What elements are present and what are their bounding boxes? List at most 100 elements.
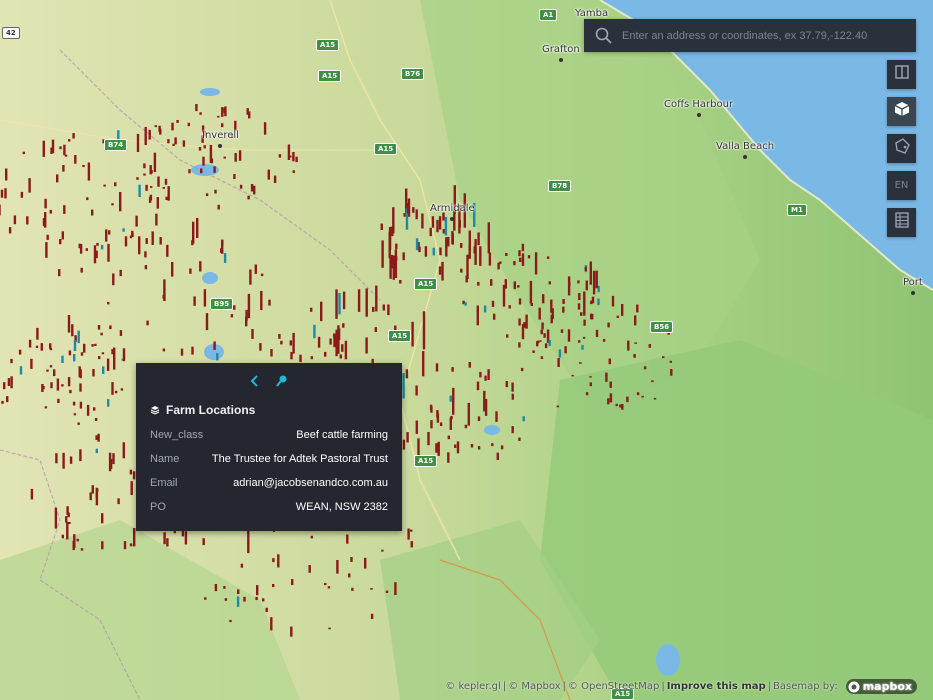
farm-location-bar[interactable] <box>144 251 147 258</box>
farm-location-bar[interactable] <box>146 320 149 326</box>
farm-location-bar[interactable] <box>188 169 191 174</box>
farm-location-bar[interactable] <box>421 213 424 229</box>
farm-location-bar[interactable] <box>633 354 636 358</box>
farm-location-bar[interactable] <box>237 589 240 594</box>
farm-location-bar[interactable] <box>548 281 551 285</box>
farm-location-bar[interactable] <box>44 212 47 228</box>
farm-location-bar[interactable] <box>487 222 490 254</box>
farm-location-bar[interactable] <box>202 156 205 166</box>
farm-location-bar[interactable] <box>627 340 630 351</box>
farm-location-bar[interactable] <box>143 173 146 176</box>
farm-location-bar[interactable] <box>61 384 64 387</box>
farm-location-bar[interactable] <box>466 254 469 279</box>
farm-location-bar[interactable] <box>532 350 535 353</box>
farm-location-bar[interactable] <box>346 534 349 544</box>
farm-location-bar[interactable] <box>411 321 414 347</box>
farm-location-bar[interactable] <box>648 344 651 348</box>
farm-location-bar[interactable] <box>45 242 48 258</box>
farm-location-bar[interactable] <box>192 221 195 244</box>
farm-location-bar[interactable] <box>5 168 8 181</box>
mapbox-attribution[interactable]: © Mapbox <box>508 681 560 692</box>
farm-location-bar[interactable] <box>223 253 227 263</box>
farm-location-bar[interactable] <box>171 122 174 131</box>
farm-location-bar[interactable] <box>611 295 615 307</box>
farm-location-bar[interactable] <box>69 389 72 394</box>
farm-location-bar[interactable] <box>164 178 168 185</box>
farm-location-bar[interactable] <box>597 298 600 306</box>
farm-location-bar[interactable] <box>163 532 166 545</box>
farm-location-bar[interactable] <box>429 227 432 237</box>
farm-location-bar[interactable] <box>438 266 442 275</box>
farm-location-bar[interactable] <box>415 209 418 220</box>
farm-location-bar[interactable] <box>263 122 267 135</box>
farm-location-bar[interactable] <box>13 215 17 225</box>
farm-location-bar[interactable] <box>585 280 588 291</box>
farm-location-bar[interactable] <box>117 498 120 505</box>
farm-location-bar[interactable] <box>436 219 439 233</box>
farm-location-bar[interactable] <box>65 516 68 523</box>
farm-location-bar[interactable] <box>58 269 61 277</box>
farm-location-bar[interactable] <box>30 358 33 369</box>
farm-location-bar[interactable] <box>268 299 271 306</box>
farm-location-bar[interactable] <box>395 243 398 250</box>
farm-location-bar[interactable] <box>562 306 565 313</box>
farm-location-bar[interactable] <box>272 558 275 563</box>
farm-location-bar[interactable] <box>198 146 202 151</box>
farm-location-bar[interactable] <box>233 305 236 310</box>
farm-location-bar[interactable] <box>246 108 249 115</box>
farm-location-bar[interactable] <box>105 229 108 242</box>
farm-location-bar[interactable] <box>224 598 228 601</box>
farm-location-bar[interactable] <box>73 413 77 416</box>
farm-location-bar[interactable] <box>591 296 595 304</box>
farm-location-bar[interactable] <box>608 358 611 365</box>
farm-location-bar[interactable] <box>589 382 592 387</box>
farm-location-bar[interactable] <box>72 133 75 139</box>
farm-location-bar[interactable] <box>243 596 246 602</box>
farm-location-bar[interactable] <box>221 107 224 117</box>
farm-location-bar[interactable] <box>97 325 101 330</box>
farm-location-bar[interactable] <box>342 323 345 328</box>
farm-location-bar[interactable] <box>348 573 351 578</box>
farm-location-bar[interactable] <box>557 358 560 367</box>
farm-location-bar[interactable] <box>508 305 511 309</box>
farm-location-bar[interactable] <box>310 535 313 539</box>
farm-location-bar[interactable] <box>669 360 672 363</box>
farm-location-bar[interactable] <box>245 316 248 327</box>
farm-location-bar[interactable] <box>333 334 336 348</box>
farm-location-bar[interactable] <box>91 344 94 347</box>
farm-location-bar[interactable] <box>108 230 111 235</box>
farm-location-bar[interactable] <box>427 432 430 446</box>
geocoder-search[interactable] <box>584 19 916 52</box>
farm-location-bar[interactable] <box>518 342 521 348</box>
farm-location-bar[interactable] <box>214 189 217 194</box>
farm-location-bar[interactable] <box>260 273 264 277</box>
farm-location-bar[interactable] <box>204 597 207 600</box>
farm-location-bar[interactable] <box>101 352 105 355</box>
language-button[interactable]: EN <box>887 171 916 200</box>
farm-location-bar[interactable] <box>28 178 31 193</box>
farm-location-bar[interactable] <box>530 303 533 306</box>
farm-location-bar[interactable] <box>167 186 170 201</box>
farm-location-bar[interactable] <box>272 584 275 588</box>
farm-location-bar[interactable] <box>73 354 76 362</box>
farm-location-bar[interactable] <box>30 488 34 500</box>
farm-location-bar[interactable] <box>365 288 368 317</box>
farm-location-bar[interactable] <box>205 193 209 197</box>
farm-location-bar[interactable] <box>44 406 48 409</box>
farm-location-bar[interactable] <box>399 280 402 284</box>
farm-location-bar[interactable] <box>233 174 236 179</box>
farm-location-bar[interactable] <box>112 273 115 286</box>
farm-location-bar[interactable] <box>523 322 526 328</box>
farm-location-bar[interactable] <box>662 356 665 359</box>
farm-location-bar[interactable] <box>159 237 162 245</box>
farm-location-bar[interactable] <box>19 366 23 375</box>
farm-location-bar[interactable] <box>394 249 398 279</box>
farm-location-bar[interactable] <box>184 531 188 545</box>
farm-location-bar[interactable] <box>607 398 610 405</box>
farm-location-bar[interactable] <box>114 390 118 394</box>
farm-location-bar[interactable] <box>454 444 457 448</box>
farm-location-bar[interactable] <box>609 393 613 403</box>
farm-location-bar[interactable] <box>410 529 413 532</box>
farm-location-bar[interactable] <box>36 327 39 340</box>
farm-location-bar[interactable] <box>119 192 122 212</box>
